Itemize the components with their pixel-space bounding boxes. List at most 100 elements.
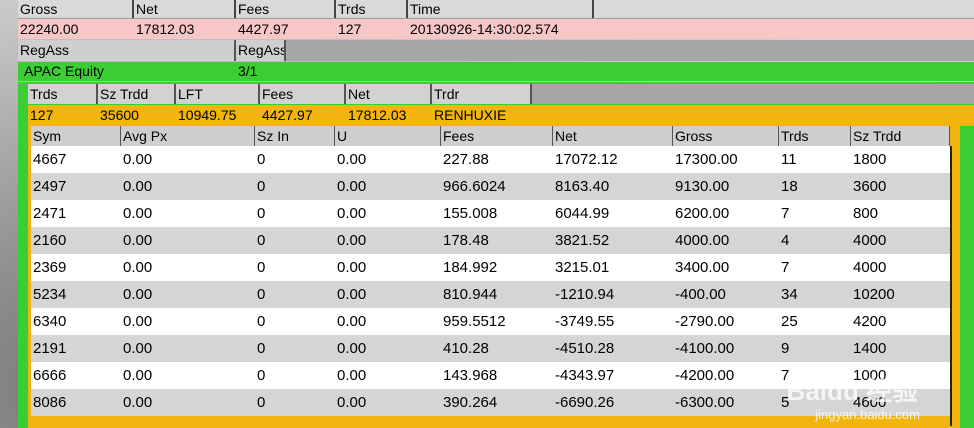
trader-sz-trdd: 35600 bbox=[100, 107, 139, 123]
cell-gross: -4200.00 bbox=[675, 367, 735, 384]
column-header-time[interactable]: Time bbox=[408, 0, 594, 18]
cell-fees: 155.008 bbox=[443, 205, 498, 222]
cell-trds: 7 bbox=[781, 205, 790, 222]
cell-net: -3749.55 bbox=[555, 313, 615, 330]
cell-u: 0.00 bbox=[337, 232, 367, 249]
cell-avg-px: 0.00 bbox=[123, 313, 153, 330]
cell-net: -4343.97 bbox=[555, 367, 615, 384]
cell-sym: 6340 bbox=[33, 313, 67, 330]
cell-gross: 3400.00 bbox=[675, 259, 730, 276]
cell-fees: 966.6024 bbox=[443, 178, 506, 195]
cell-sz-trdd: 1400 bbox=[853, 340, 887, 357]
cell-u: 0.00 bbox=[337, 340, 367, 357]
cell-sz-trdd: 1800 bbox=[853, 151, 887, 168]
cell-net: 3215.01 bbox=[555, 259, 610, 276]
cell-sz-in: 0 bbox=[257, 151, 266, 168]
column-header-trds[interactable]: Trds bbox=[779, 126, 851, 146]
cell-trds: 34 bbox=[781, 286, 798, 303]
cell-avg-px: 0.00 bbox=[123, 394, 153, 411]
cell-trds: 25 bbox=[781, 313, 798, 330]
summary-gross: 22240.00 bbox=[20, 21, 79, 37]
cell-sym: 5234 bbox=[33, 286, 67, 303]
table-row[interactable]: 6340 0.00 0 0.00 959.5512 -3749.55 -2790… bbox=[31, 308, 950, 335]
cell-u: 0.00 bbox=[337, 151, 367, 168]
cell-sym: 2191 bbox=[33, 340, 67, 357]
cell-trds: 18 bbox=[781, 178, 798, 195]
column-header-net[interactable]: Net bbox=[346, 84, 432, 104]
cell-avg-px: 0.00 bbox=[123, 232, 153, 249]
column-header-gross[interactable]: Gross bbox=[673, 126, 779, 146]
cell-fees: 390.264 bbox=[443, 394, 498, 411]
summary-net: 17812.03 bbox=[136, 21, 195, 37]
column-header-sz-trdd[interactable]: Sz Trdd bbox=[851, 126, 950, 146]
column-header-fees[interactable]: Fees bbox=[236, 0, 336, 18]
cell-gross: 17300.00 bbox=[675, 151, 738, 168]
column-header-fees[interactable]: Fees bbox=[260, 84, 346, 104]
cell-net: 3821.52 bbox=[555, 232, 610, 249]
trader-header-row: Trds Sz Trdd LFT Fees Net Trdr bbox=[28, 84, 974, 104]
cell-sz-in: 0 bbox=[257, 367, 266, 384]
column-header-sz-trdd[interactable]: Sz Trdd bbox=[98, 84, 176, 104]
cell-gross: -4100.00 bbox=[675, 340, 735, 357]
table-row[interactable]: 5234 0.00 0 0.00 810.944 -1210.94 -400.0… bbox=[31, 281, 950, 308]
group-row-apac-equity[interactable]: APAC Equity 3/1 bbox=[18, 62, 974, 81]
regass-row[interactable]: RegAss RegAss bbox=[18, 40, 974, 61]
table-right-border bbox=[950, 146, 952, 426]
cell-avg-px: 0.00 bbox=[123, 259, 153, 276]
cell-u: 0.00 bbox=[337, 394, 367, 411]
table-row[interactable]: 4667 0.00 0 0.00 227.88 17072.12 17300.0… bbox=[31, 146, 950, 173]
cell-u: 0.00 bbox=[337, 205, 367, 222]
cell-fees: 959.5512 bbox=[443, 313, 506, 330]
cell-sym: 2471 bbox=[33, 205, 67, 222]
column-header-gross[interactable]: Gross bbox=[18, 0, 134, 18]
cell-fees: 810.944 bbox=[443, 286, 498, 303]
cell-u: 0.00 bbox=[337, 286, 367, 303]
cell-avg-px: 0.00 bbox=[123, 367, 153, 384]
cell-gross: 6200.00 bbox=[675, 205, 730, 222]
column-header-trdr[interactable]: Trdr bbox=[432, 84, 532, 104]
column-header-fees[interactable]: Fees bbox=[441, 126, 553, 146]
trader-fees: 4427.97 bbox=[262, 107, 313, 123]
group-ratio: 3/1 bbox=[238, 63, 258, 79]
cell-avg-px: 0.00 bbox=[123, 286, 153, 303]
column-header-trds[interactable]: Trds bbox=[28, 84, 98, 104]
cell-sz-in: 0 bbox=[257, 178, 266, 195]
column-header-net[interactable]: Net bbox=[134, 0, 236, 18]
column-header-net[interactable]: Net bbox=[553, 126, 673, 146]
cell-sz-in: 0 bbox=[257, 205, 266, 222]
column-header-lft[interactable]: LFT bbox=[176, 84, 260, 104]
cell-fees: 143.968 bbox=[443, 367, 498, 384]
cell-trds: 4 bbox=[781, 232, 790, 249]
table-row[interactable]: 2471 0.00 0 0.00 155.008 6044.99 6200.00… bbox=[31, 200, 950, 227]
cell-net: 17072.12 bbox=[555, 151, 618, 168]
column-header-trds[interactable]: Trds bbox=[336, 0, 408, 18]
cell-sz-in: 0 bbox=[257, 313, 266, 330]
cell-sz-trdd: 4200 bbox=[853, 313, 887, 330]
cell-sz-in: 0 bbox=[257, 232, 266, 249]
table-row[interactable]: 2160 0.00 0 0.00 178.48 3821.52 4000.00 … bbox=[31, 227, 950, 254]
cell-sym: 6666 bbox=[33, 367, 67, 384]
cell-net: 8163.40 bbox=[555, 178, 610, 195]
cell-sz-in: 0 bbox=[257, 394, 266, 411]
cell-gross: 4000.00 bbox=[675, 232, 730, 249]
cell-sym: 4667 bbox=[33, 151, 67, 168]
column-header-sym[interactable]: Sym bbox=[31, 126, 121, 146]
column-header-sz-in[interactable]: Sz In bbox=[255, 126, 335, 146]
cell-sz-trdd: 800 bbox=[853, 205, 879, 222]
table-row[interactable]: 2191 0.00 0 0.00 410.28 -4510.28 -4100.0… bbox=[31, 335, 950, 362]
trader-values-row[interactable]: 127 35600 10949.75 4427.97 17812.03 RENH… bbox=[28, 105, 974, 126]
summary-values-row[interactable]: 22240.00 17812.03 4427.97 127 20130926-1… bbox=[18, 19, 974, 39]
summary-time: 20130926-14:30:02.574 bbox=[410, 21, 559, 37]
cell-gross: -6300.00 bbox=[675, 394, 735, 411]
cell-avg-px: 0.00 bbox=[123, 178, 153, 195]
column-header-avg-px[interactable]: Avg Px bbox=[121, 126, 255, 146]
watermark-url: jingyan.baidu.com bbox=[815, 407, 920, 422]
table-row[interactable]: 2497 0.00 0 0.00 966.6024 8163.40 9130.0… bbox=[31, 173, 950, 200]
cell-gross: -400.00 bbox=[675, 286, 726, 303]
table-row[interactable]: 2369 0.00 0 0.00 184.992 3215.01 3400.00… bbox=[31, 254, 950, 281]
cell-avg-px: 0.00 bbox=[123, 151, 153, 168]
summary-trds: 127 bbox=[338, 21, 362, 37]
column-header-u[interactable]: U bbox=[335, 126, 441, 146]
cell-fees: 410.28 bbox=[443, 340, 489, 357]
cell-fees: 178.48 bbox=[443, 232, 489, 249]
